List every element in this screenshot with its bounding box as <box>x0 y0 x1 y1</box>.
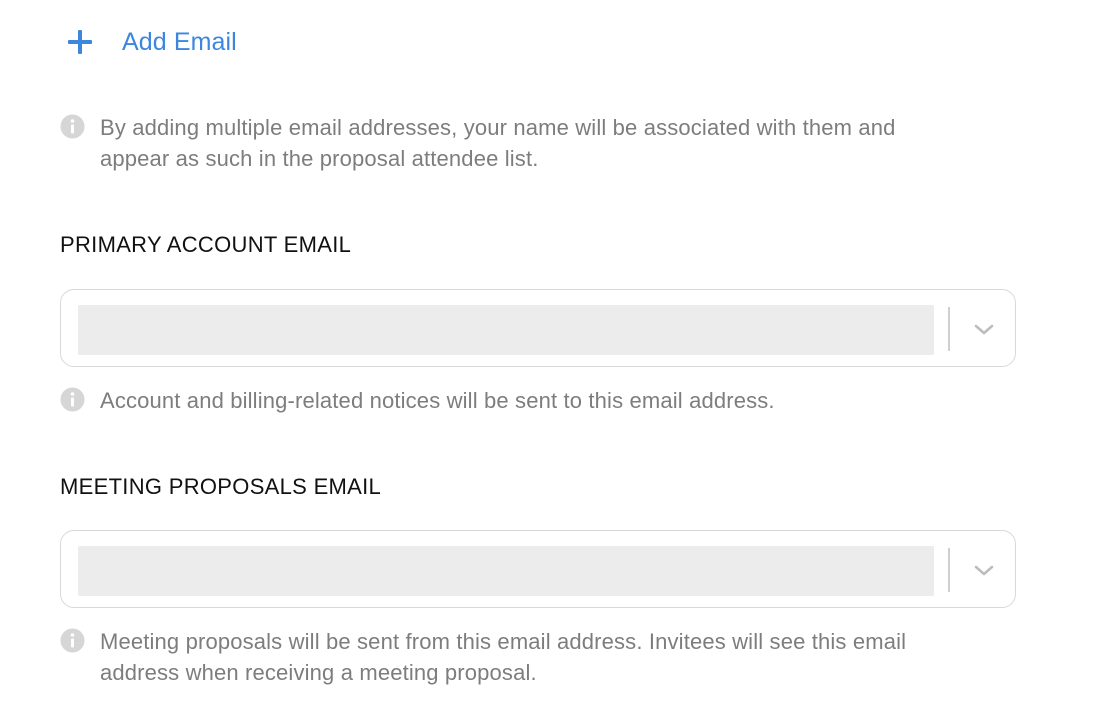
plus-icon <box>68 30 92 54</box>
meeting-proposals-email-note-line2: address when receiving a meeting proposa… <box>100 660 537 685</box>
multiple-emails-note-line2: appear as such in the proposal attendee … <box>100 146 539 171</box>
multiple-emails-note-text: By adding multiple email addresses, your… <box>100 112 896 174</box>
chevron-down-icon[interactable] <box>971 559 997 581</box>
meeting-proposals-email-value <box>78 546 934 596</box>
info-icon <box>60 387 85 412</box>
select-divider <box>948 307 950 351</box>
primary-account-email-value <box>78 305 934 355</box>
meeting-proposals-email-note: Meeting proposals will be sent from this… <box>60 626 906 688</box>
meeting-proposals-email-note-line1: Meeting proposals will be sent from this… <box>100 629 907 654</box>
add-email-button[interactable]: Add Email <box>66 24 237 60</box>
info-icon <box>60 114 85 139</box>
chevron-down-icon[interactable] <box>971 318 997 340</box>
meeting-proposals-email-note-text: Meeting proposals will be sent from this… <box>100 626 906 688</box>
primary-account-email-select[interactable] <box>60 289 1016 367</box>
select-divider <box>948 548 950 592</box>
info-icon <box>60 628 85 653</box>
primary-account-email-title: PRIMARY ACCOUNT EMAIL <box>60 232 352 257</box>
multiple-emails-note: By adding multiple email addresses, your… <box>60 112 896 174</box>
add-email-label: Add Email <box>122 27 237 56</box>
meeting-proposals-email-select[interactable] <box>60 530 1016 608</box>
multiple-emails-note-line1: By adding multiple email addresses, your… <box>100 115 896 140</box>
meeting-proposals-email-title: MEETING PROPOSALS EMAIL <box>60 474 382 499</box>
primary-account-email-note-text: Account and billing-related notices will… <box>100 388 775 413</box>
primary-account-email-note: Account and billing-related notices will… <box>60 385 775 416</box>
